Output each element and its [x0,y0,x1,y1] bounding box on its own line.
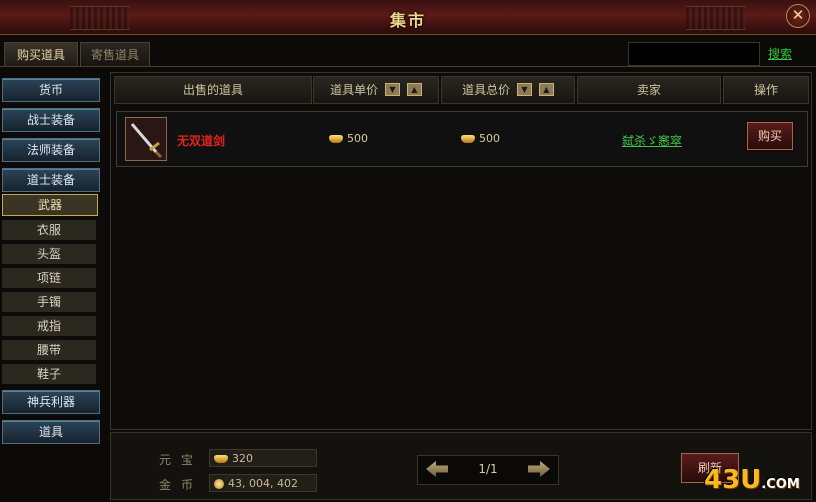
yuanbao-balance: 320 [209,449,317,467]
category-currency[interactable]: 货币 [2,78,100,102]
category-taoist-gear[interactable]: 道士装备 [2,168,100,192]
col-unit-price: 道具单价 ▼ ▲ [313,76,439,104]
category-items[interactable]: 道具 [2,420,100,444]
col-unit-price-label: 道具单价 [330,83,379,97]
search-input[interactable] [628,42,760,66]
subcategory-bracelet[interactable]: 手镯 [2,292,96,312]
subcategory-belt[interactable]: 腰带 [2,340,96,360]
col-item: 出售的道具 [114,76,312,104]
buy-button[interactable]: 购买 [747,122,793,150]
gold-label: 金币 [159,478,204,492]
gold-balance: 43, 004, 402 [209,474,317,492]
gold-ingot-icon [329,135,343,143]
category-mage-gear[interactable]: 法师装备 [2,138,100,162]
close-button[interactable]: ✕ [786,4,810,28]
subcategory-weapon[interactable]: 武器 [2,194,98,216]
sort-asc-icon[interactable]: ▲ [538,83,554,96]
subcategory-necklace[interactable]: 项链 [2,268,96,288]
sword-icon[interactable] [125,117,167,161]
col-item-label: 出售的道具 [182,83,243,97]
unit-price-value: 500 [347,132,368,145]
seller-link[interactable]: 弑杀ゞ窸窣 [622,132,682,149]
yuanbao-value: 320 [232,452,253,465]
pager: 1/1 [417,455,559,485]
category-sidebar: 货币 战士装备 法师装备 道士装备 武器 衣服 头盔 项链 手镯 戒指 腰带 鞋… [0,72,104,444]
col-total-price-label: 道具总价 [462,83,511,97]
subcategory-helmet[interactable]: 头盔 [2,244,96,264]
tab-consign-items[interactable]: 寄售道具 [80,42,150,67]
tab-buy-items[interactable]: 购买道具 [4,42,78,67]
total-price: 500 [461,132,500,145]
site-watermark: 43U.COM [704,466,804,494]
title-bar: 集市 [0,0,816,35]
col-seller: 卖家 [577,76,721,104]
category-warrior-gear[interactable]: 战士装备 [2,108,100,132]
item-name[interactable]: 无双道剑 [177,132,225,149]
subcategory-ring[interactable]: 戒指 [2,316,96,336]
sort-asc-icon[interactable]: ▲ [406,83,422,96]
gold-coin-icon [214,479,224,489]
tab-divider [0,66,816,67]
watermark-main: 43U [704,465,762,495]
table-row: 无双道剑 500 500 弑杀ゞ窸窣 购买 [116,111,808,167]
gold-value: 43, 004, 402 [228,477,298,490]
col-seller-label: 卖家 [636,83,661,97]
col-action: 操作 [723,76,809,104]
total-price-value: 500 [479,132,500,145]
subcategory-shoes[interactable]: 鞋子 [2,364,96,384]
listing-panel: 出售的道具 道具单价 ▼ ▲ 道具总价 ▼ ▲ 卖家 操作 无双道剑 500 5… [110,72,812,430]
unit-price: 500 [329,132,368,145]
gold-ingot-icon [461,135,475,143]
gold-ingot-icon [214,455,228,463]
col-action-label: 操作 [753,83,778,97]
category-divine-weapons[interactable]: 神兵利器 [2,390,100,414]
subcategory-clothes[interactable]: 衣服 [2,220,96,240]
search-button[interactable]: 搜索 [768,45,792,62]
sort-desc-icon[interactable]: ▼ [385,83,400,96]
yuanbao-label: 元宝 [159,453,204,467]
watermark-suffix: .COM [761,477,800,492]
col-total-price: 道具总价 ▼ ▲ [441,76,575,104]
window-title: 集市 [389,11,426,30]
sort-desc-icon[interactable]: ▼ [517,83,532,96]
